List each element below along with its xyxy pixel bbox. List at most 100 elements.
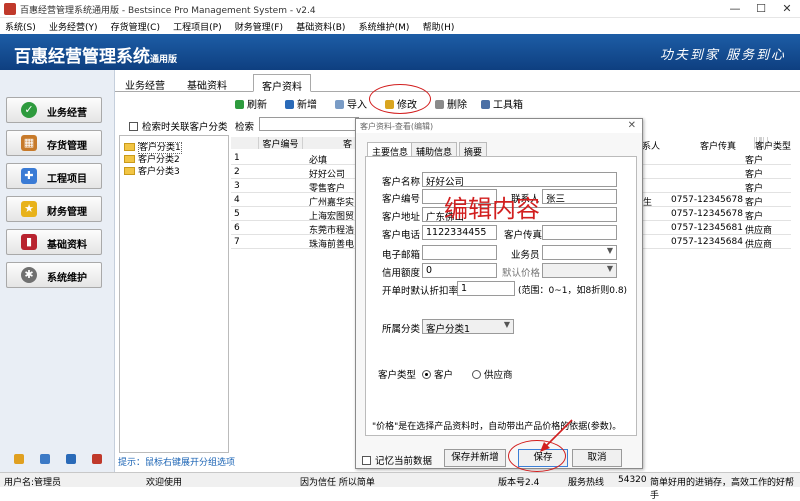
price-note: "价格"是在选择产品资料时，自动带出产品价格的依据(参数)。: [372, 422, 622, 432]
dialog-close-button[interactable]: ✕: [628, 120, 636, 131]
customer-edit-dialog: 客户资料-查看(编辑) ✕ 主要信息 辅助信息 摘要 客户名称 好好公司 客户编…: [355, 118, 643, 469]
cancel-button[interactable]: 取消: [572, 449, 622, 467]
refresh-icon: [235, 100, 244, 109]
contact-field[interactable]: 张三: [542, 189, 617, 204]
customer-address-label: 客户地址: [382, 212, 421, 223]
refresh-button[interactable]: 刷新: [235, 96, 267, 111]
category-label: 所属分类: [382, 324, 421, 335]
type-customer-radio[interactable]: 客户: [422, 367, 453, 381]
menu-basic[interactable]: 基础资料(B): [291, 18, 350, 35]
puzzle-icon: ✚: [21, 168, 37, 184]
maximize-button[interactable]: ☐: [748, 1, 774, 17]
radio-selected[interactable]: [422, 370, 431, 379]
chevron-down-icon: ▼: [503, 320, 510, 329]
app-banner: 百惠经营管理系统通用版 功夫到家 服务到心: [0, 34, 800, 70]
plus-icon: [285, 100, 294, 109]
sidebar-item-inventory[interactable]: ▦ 存货管理: [6, 130, 102, 156]
add-button[interactable]: 新增: [285, 96, 317, 111]
customer-type-label: 客户类型: [378, 370, 417, 381]
checkbox[interactable]: [129, 122, 138, 131]
remember-data-checkbox[interactable]: 记忆当前数据: [362, 453, 432, 467]
sidebar: ✓ 业务经营 ▦ 存货管理 ✚ 工程项目 ★ 财务管理 ▮ 基础资料 ✱ 系统维…: [0, 70, 115, 472]
salesman-label: 业务员: [511, 250, 540, 261]
tab-basic-info[interactable]: 基础资料: [179, 74, 235, 92]
sidebar-item-business[interactable]: ✓ 业务经营: [6, 97, 102, 123]
column-header[interactable]: 客: [303, 137, 363, 150]
checkbox[interactable]: [362, 456, 371, 465]
brand-title: 百惠经营管理系统通用版: [14, 47, 178, 67]
dialog-tab-main[interactable]: 主要信息: [367, 142, 414, 158]
radio-unselected[interactable]: [472, 370, 481, 379]
tree-node[interactable]: 客户分类3: [124, 164, 180, 177]
menu-inventory[interactable]: 存货管理(C): [106, 18, 165, 35]
sidebar-item-basic[interactable]: ▮ 基础资料: [6, 229, 102, 255]
category-select[interactable]: 客户分类1 ▼: [422, 319, 514, 334]
gear-icon: ✱: [21, 267, 37, 283]
menu-finance[interactable]: 财务管理(F): [230, 18, 288, 35]
type-supplier-radio[interactable]: 供应商: [472, 367, 513, 381]
overlay-annotation-text: 编辑内容: [444, 195, 540, 223]
toolbar: 刷新 新增 导入 修改 删除 工具箱: [115, 93, 800, 113]
annotation-arrow: [540, 419, 573, 452]
discount-label: 开单时默认折扣率: [382, 286, 459, 297]
category-tree: 客户分类1 客户分类2 客户分类3: [119, 135, 229, 453]
folder-icon: [124, 167, 135, 175]
customer-phone-field[interactable]: 1122334455: [422, 225, 497, 240]
default-price-label: 默认价格: [502, 268, 541, 279]
sidebar-item-label: 存货管理: [47, 141, 87, 152]
sidebar-item-label: 业务经营: [47, 108, 87, 119]
sidebar-item-label: 基础资料: [47, 240, 87, 251]
customer-fax-field[interactable]: [542, 225, 617, 240]
main-tabs: 业务经营 基础资料 客户资料: [115, 74, 800, 93]
status-tagline: 简单好用的进销存，高效工作的好帮手: [650, 478, 795, 501]
customer-code-label: 客户编号: [382, 194, 421, 205]
status-phone: 54320: [618, 475, 647, 485]
discount-field[interactable]: 1: [457, 281, 515, 296]
import-button[interactable]: 导入: [335, 96, 367, 111]
tab-business[interactable]: 业务经营: [117, 74, 173, 92]
menu-maintenance[interactable]: 系统维护(M): [354, 18, 415, 35]
status-user: 用户名:管理员: [4, 478, 62, 488]
dialog-tab-summary[interactable]: 摘要: [459, 142, 488, 158]
tab-customer-info[interactable]: 客户资料: [253, 74, 311, 93]
default-price-select[interactable]: ▼: [542, 263, 617, 278]
salesman-select[interactable]: ▼: [542, 245, 617, 260]
menu-business[interactable]: 业务经营(Y): [44, 18, 103, 35]
menu-bar: 系统(S) 业务经营(Y) 存货管理(C) 工程项目(P) 财务管理(F) 基础…: [0, 18, 800, 34]
menu-help[interactable]: 帮助(H): [418, 18, 460, 35]
chevron-down-icon: ▼: [606, 246, 613, 255]
save-and-new-button[interactable]: 保存并新增: [444, 449, 506, 467]
column-header[interactable]: 客户编号: [259, 137, 303, 150]
sidebar-item-label: 财务管理: [47, 207, 87, 218]
search-input[interactable]: [259, 117, 359, 131]
email-field[interactable]: [422, 245, 497, 260]
trash-icon: [435, 100, 444, 109]
import-icon: [335, 100, 344, 109]
tools-button[interactable]: 工具箱: [481, 96, 523, 111]
dialog-tab-aux[interactable]: 辅助信息: [411, 142, 458, 158]
sidebar-item-label: 系统维护: [47, 273, 87, 284]
credit-label: 信用额度: [382, 268, 421, 279]
minimize-button[interactable]: —: [722, 1, 748, 17]
close-button[interactable]: ✕: [774, 1, 800, 17]
customer-name-field[interactable]: 好好公司: [422, 172, 617, 187]
discount-hint: (范围：0~1，如8折则0.8): [518, 286, 628, 296]
customer-fax-label: 客户传真: [504, 230, 543, 241]
row-header: [231, 137, 259, 149]
customer-name-label: 客户名称: [382, 177, 421, 188]
sidebar-item-project[interactable]: ✚ 工程项目: [6, 163, 102, 189]
annotation-circle-edit: [369, 84, 431, 114]
credit-field[interactable]: 0: [422, 263, 497, 278]
related-category-checkbox[interactable]: 检索时关联客户分类: [129, 119, 228, 133]
title-bar: 百惠经营管理系统通用版 - Bestsince Pro Management S…: [0, 0, 800, 18]
menu-project[interactable]: 工程项目(P): [168, 18, 226, 35]
chevron-down-icon: ▼: [606, 264, 613, 273]
sidebar-item-maintenance[interactable]: ✱ 系统维护: [6, 262, 102, 288]
status-bar: 用户名:管理员 欢迎使用 因为信任 所以简单 版本号2.4 服务热线 54320…: [0, 472, 800, 501]
check-icon: ✓: [21, 102, 37, 118]
delete-button[interactable]: 删除: [435, 96, 467, 111]
sidebar-item-label: 工程项目: [47, 174, 87, 185]
window-title: 百惠经营管理系统通用版 - Bestsince Pro Management S…: [20, 6, 316, 16]
sidebar-item-finance[interactable]: ★ 财务管理: [6, 196, 102, 222]
menu-system[interactable]: 系统(S): [0, 18, 41, 35]
